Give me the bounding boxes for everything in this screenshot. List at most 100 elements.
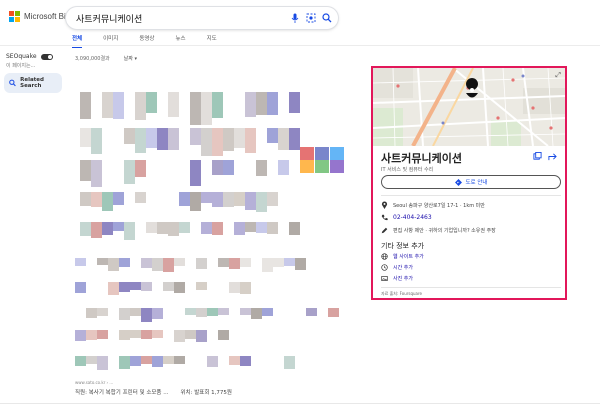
pixelated-block — [135, 92, 146, 120]
business-category: IT 서비스 및 컴퓨터 수리 — [381, 167, 434, 173]
result-count: 3,090,000결과 — [75, 56, 110, 62]
visual-search-icon[interactable] — [304, 11, 318, 25]
pixelated-block — [201, 128, 212, 156]
business-name: 사트커뮤니케이션 — [381, 152, 462, 165]
search-icon[interactable] — [320, 11, 334, 25]
pixelated-block — [306, 308, 317, 316]
pixelated-block — [223, 192, 234, 207]
card-divider — [381, 287, 561, 288]
add-hours-label[interactable]: 시간 추가 — [393, 264, 413, 271]
pixelated-block — [130, 282, 141, 290]
result-snippet-right: 위치: 발표회 1,775원 — [180, 390, 232, 396]
result-url[interactable]: www.sato.co.kr › ... — [75, 380, 113, 385]
pixelated-block — [75, 330, 86, 341]
pixelated-block — [135, 160, 146, 177]
add-photos-label[interactable]: 사진 추가 — [393, 275, 413, 282]
address-text: Seoul 송파구 양산로7일 17-1 · 1km 미만 — [393, 202, 485, 209]
directions-icon — [454, 178, 462, 186]
pixelated-block — [113, 92, 124, 119]
seoquake-subtext: 이 페이지는... — [6, 63, 36, 69]
add-website-row[interactable]: 웹 사이트 추가 — [381, 253, 424, 260]
pixelated-block — [119, 330, 130, 340]
pixelated-block — [234, 192, 245, 206]
pixelated-block — [223, 160, 234, 175]
save-icon[interactable] — [533, 152, 542, 161]
thumbnail-block — [315, 147, 329, 160]
directions-button[interactable]: 도로 안내 — [381, 175, 561, 189]
microphone-icon[interactable] — [288, 11, 302, 25]
edit-suggest-text[interactable]: 편집 사항 제안 · 귀하의 기업입니까? 소유권 주장 — [393, 227, 496, 234]
pixelated-block — [267, 128, 278, 143]
phone-number[interactable]: 02-404-2463 — [393, 214, 432, 221]
pixelated-block — [196, 282, 207, 290]
pixelated-block — [201, 92, 212, 125]
pixelated-block — [218, 330, 229, 340]
add-photos-row[interactable]: 사진 추가 — [381, 275, 413, 282]
add-website-label[interactable]: 웹 사이트 추가 — [393, 253, 424, 260]
pixelated-block — [218, 258, 229, 267]
pixelated-block — [163, 282, 174, 291]
related-search-button[interactable]: Related Search — [4, 73, 62, 93]
pixelated-block — [75, 258, 86, 266]
search-input[interactable]: 사트커뮤니케이션 — [76, 12, 142, 25]
pixelated-block — [97, 330, 108, 339]
pixelated-block — [75, 282, 86, 293]
directions-label: 도로 안내 — [465, 180, 488, 186]
pixelated-block — [119, 308, 130, 320]
pixelated-block — [174, 258, 185, 266]
pixelated-block — [201, 192, 212, 203]
pixelated-block — [212, 160, 223, 175]
pixelated-block — [256, 222, 267, 233]
card-actions — [533, 152, 557, 161]
thumbnail-block — [300, 147, 314, 160]
pixelated-block — [168, 128, 179, 150]
pixelated-block — [124, 160, 135, 184]
location-map[interactable]: ⤢ — [373, 68, 565, 146]
pixelated-block — [152, 356, 163, 367]
pixelated-block — [256, 160, 267, 176]
pixelated-block — [179, 192, 190, 206]
tab-divider — [0, 45, 600, 46]
pixelated-block — [278, 160, 289, 175]
pixelated-block — [212, 222, 223, 235]
search-box[interactable]: 사트커뮤니케이션 — [66, 7, 338, 29]
seoquake-toggle[interactable]: SEOquake — [6, 53, 53, 60]
pixelated-block — [245, 222, 256, 232]
pixelated-block — [141, 330, 152, 339]
pixelated-block — [190, 192, 201, 211]
pixelated-block — [174, 356, 185, 364]
date-filter[interactable]: 날짜 ▾ — [124, 55, 137, 62]
pixelated-block — [130, 330, 141, 338]
phone-icon — [381, 214, 388, 221]
pixelated-block — [212, 192, 223, 207]
pixelated-block — [223, 128, 234, 151]
pixelated-block — [284, 356, 295, 369]
pixelated-block — [97, 356, 108, 370]
pixelated-block — [240, 282, 251, 294]
pixelated-block — [146, 222, 157, 233]
edit-suggest-row[interactable]: 편집 사항 제안 · 귀하의 기업입니까? 소유권 주장 — [381, 227, 496, 234]
pixelated-block — [245, 192, 256, 210]
pixelated-block — [80, 192, 91, 206]
expand-map-icon[interactable]: ⤢ — [555, 71, 561, 80]
share-icon[interactable] — [548, 152, 557, 161]
location-pin-icon — [381, 201, 388, 209]
pixelated-block — [86, 330, 97, 340]
pixelated-block — [207, 308, 218, 316]
pixelated-block — [240, 258, 251, 267]
bing-logo[interactable]: Microsoft Bing — [9, 11, 75, 22]
pixelated-block — [119, 282, 130, 292]
pixelated-block — [91, 160, 102, 187]
pixelated-block — [146, 128, 157, 148]
card-divider — [381, 195, 561, 196]
pixelated-block — [229, 356, 240, 365]
pixelated-block — [229, 258, 240, 269]
pixelated-block — [256, 192, 267, 212]
toggle-switch-icon[interactable] — [40, 53, 53, 60]
pixelated-block — [185, 330, 196, 339]
pixelated-block — [256, 92, 267, 115]
pixelated-block — [113, 222, 124, 231]
add-hours-row[interactable]: 시간 추가 — [381, 264, 413, 271]
pixelated-block — [245, 128, 256, 153]
seoquake-label: SEOquake — [6, 53, 37, 60]
